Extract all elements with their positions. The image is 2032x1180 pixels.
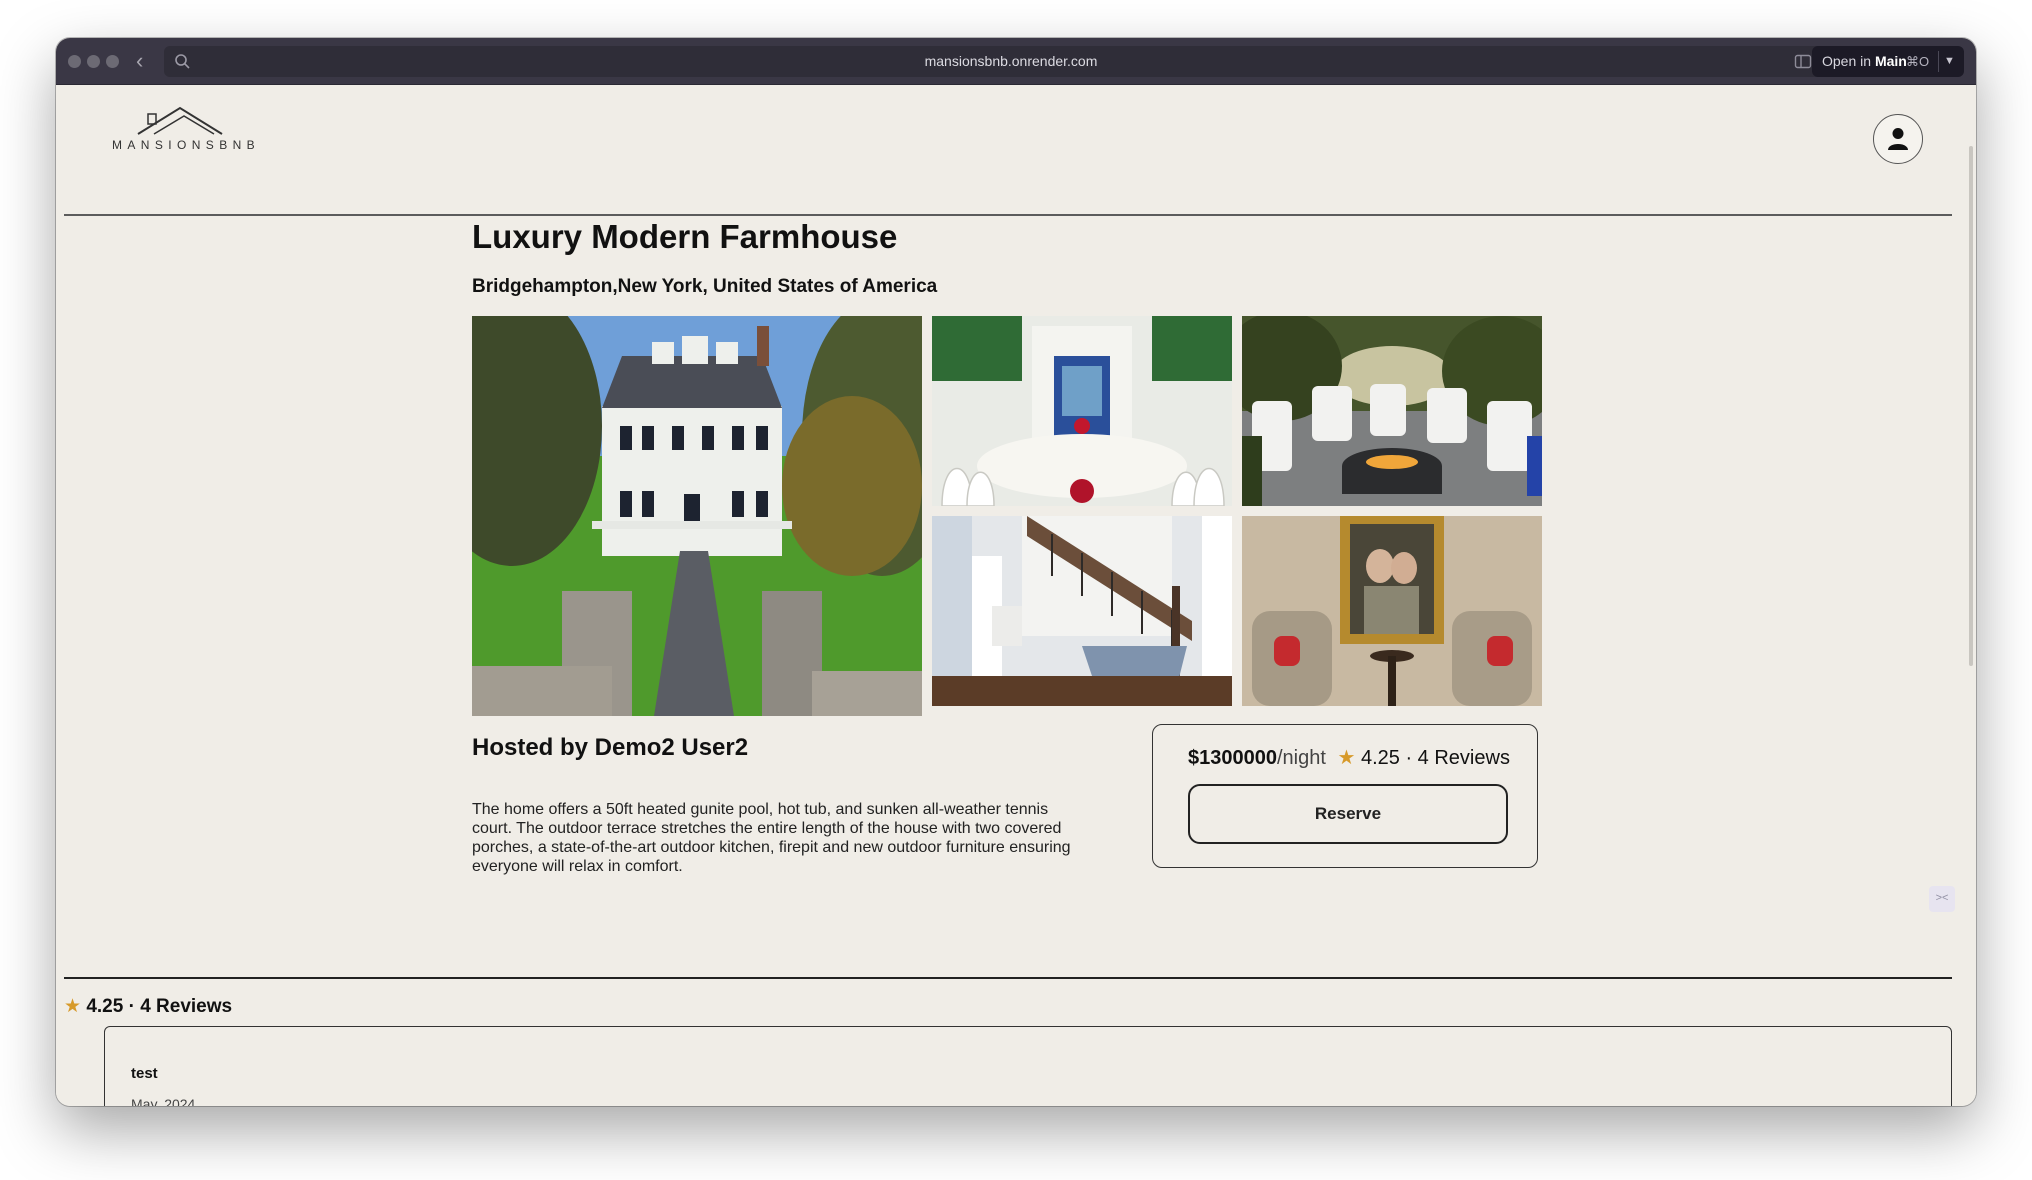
reader-mode-icon[interactable] (1794, 53, 1812, 70)
address-bar[interactable]: mansionsbnb.onrender.com (164, 46, 1858, 77)
review-date: May, 2024 (131, 1096, 196, 1106)
close-window-button[interactable] (68, 55, 81, 68)
star-icon: ★ (64, 996, 82, 1017)
collapse-icon[interactable]: >< (1929, 886, 1955, 912)
review-author: test (131, 1065, 158, 1082)
back-icon[interactable]: ‹ (136, 46, 143, 76)
logo-wordmark: MANSIONSBNB (112, 138, 261, 152)
booking-card: $1300000/night ★ 4.25 · 4 Reviews Reserv… (1152, 724, 1538, 868)
zoom-window-button[interactable] (106, 55, 119, 68)
scrollbar[interactable] (1969, 146, 1973, 666)
url-text[interactable]: mansionsbnb.onrender.com (164, 46, 1858, 77)
nightly-price: $1300000 (1188, 747, 1277, 769)
open-in-shortcut: ⌘O (1906, 54, 1930, 69)
listing-location: Bridgehampton,New York, United States of… (472, 276, 938, 297)
listing-description: The home offers a 50ft heated gunite poo… (472, 801, 1071, 875)
photo-patio-firepit[interactable] (1242, 316, 1542, 506)
star-icon: ★ (1337, 747, 1356, 769)
header-divider (64, 214, 1952, 216)
host-heading: Hosted by Demo2 User2 (472, 734, 749, 761)
section-divider (64, 977, 1952, 979)
reviews-summary-text: 4.25 · 4 Reviews (86, 996, 233, 1017)
booking-rating: 4.25 · 4 Reviews (1360, 747, 1510, 769)
page-content: MANSIONSBNB Luxury Modern Farmhouse Brid… (56, 86, 1976, 1106)
photo-sitting-room[interactable] (1242, 516, 1542, 706)
open-in-label: Open in Main (1822, 53, 1907, 69)
listing-title: Luxury Modern Farmhouse (472, 218, 898, 255)
open-in-main-button[interactable]: Open in Main ⌘O ▼ (1812, 46, 1964, 77)
photo-dining-room[interactable] (932, 316, 1232, 506)
site-logo[interactable]: MANSIONSBNB (112, 106, 261, 154)
browser-window: ‹ mansionsbnb.onrender.com Open in Main … (56, 38, 1976, 1106)
browser-toolbar: ‹ mansionsbnb.onrender.com Open in Main … (56, 38, 1976, 85)
chevron-down-icon[interactable]: ▼ (1944, 46, 1955, 77)
divider (1938, 51, 1939, 72)
minimize-window-button[interactable] (87, 55, 100, 68)
photo-staircase[interactable] (932, 516, 1232, 706)
house-roof-icon (137, 106, 223, 135)
booking-summary: $1300000/night ★ 4.25 · 4 Reviews (1188, 745, 1510, 770)
user-menu-button[interactable] (1873, 114, 1923, 164)
photo-exterior[interactable] (472, 316, 922, 716)
reserve-button[interactable]: Reserve (1188, 784, 1508, 844)
user-icon (1888, 128, 1908, 150)
per-night-label: /night (1276, 747, 1326, 769)
review-card: test May, 2024 (104, 1026, 1952, 1106)
reviews-heading: ★ 4.25 · 4 Reviews (64, 995, 232, 1018)
